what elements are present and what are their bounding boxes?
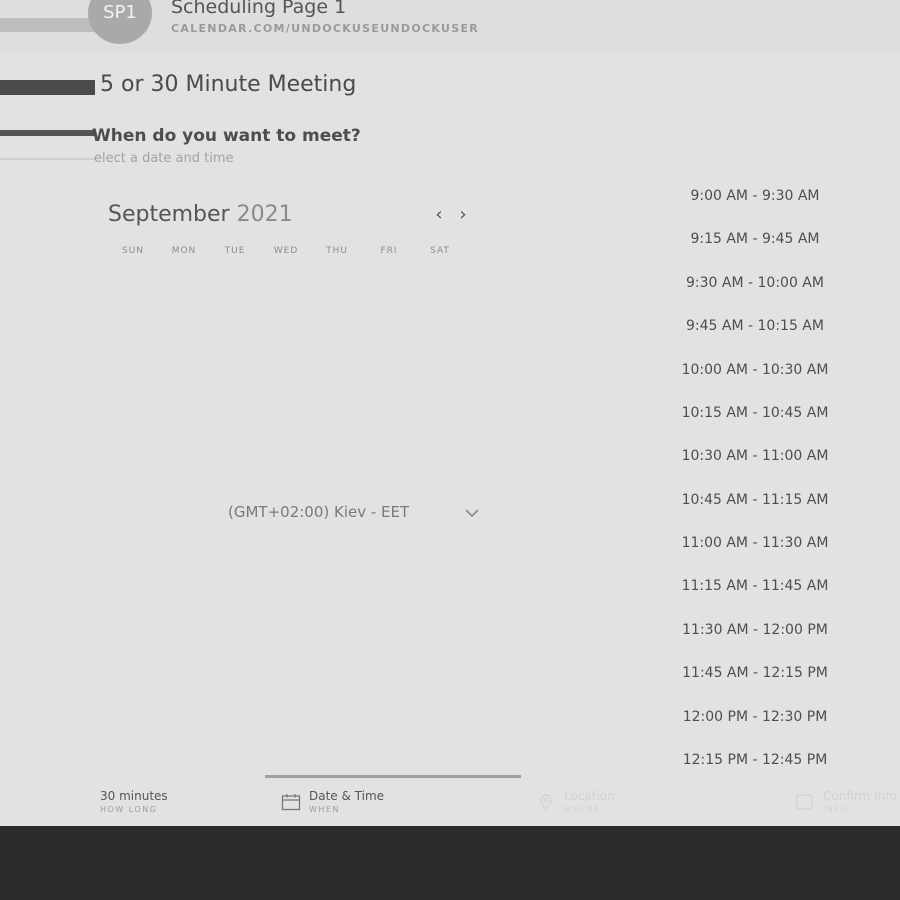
weekday-label: FRI [380,246,398,256]
calendar-icon [281,794,301,811]
event-title: 5 or 30 Minute Meeting [100,72,357,97]
chevron-down-icon[interactable] [464,507,480,519]
page-header: SP1 Scheduling Page 1 CALENDAR.COM/UNDOC… [0,0,900,53]
step-label: Location [564,789,615,803]
step-sublabel: HOW LONG [100,805,158,814]
question-heading: When do you want to meet? [92,126,361,146]
avatar: SP1 [88,0,152,44]
time-slot[interactable]: 9:15 AM - 9:45 AM [660,226,850,252]
time-slot[interactable]: 10:45 AM - 11:15 AM [660,487,850,513]
month-year-label: September 2021 [108,202,293,227]
weekday-header: SUN MON TUE WED THU FRI SAT [108,246,468,260]
step-location[interactable]: Location WHERE [540,789,615,814]
weekday-label: WED [273,246,299,256]
step-label: Confirm Info [823,789,897,803]
weekday-label: SAT [430,246,450,256]
step-duration[interactable]: 30 minutes HOW LONG [100,789,168,814]
time-slot[interactable]: 11:30 AM - 12:00 PM [660,617,850,643]
weekday-label: SUN [121,246,145,256]
time-slot[interactable]: 10:30 AM - 11:00 AM [660,443,850,469]
step-sublabel: WHEN [309,805,340,814]
time-slot[interactable]: 11:15 AM - 11:45 AM [660,573,850,599]
time-slot[interactable]: 9:00 AM - 9:30 AM [660,183,850,209]
decorative-bar [0,158,95,160]
weekday-label: TUE [224,246,246,256]
bottom-dark-area [0,826,900,900]
scheduling-page: SP1 Scheduling Page 1 CALENDAR.COM/UNDOC… [0,0,900,826]
time-slot[interactable]: 12:15 PM - 12:45 PM [660,747,850,773]
location-pin-icon [540,794,552,811]
time-slot[interactable]: 9:30 AM - 10:00 AM [660,270,850,296]
step-sublabel: INFO [823,805,849,814]
time-slot[interactable]: 12:00 PM - 12:30 PM [660,704,850,730]
month-label: September [108,202,230,227]
time-slot[interactable]: 10:00 AM - 10:30 AM [660,357,850,383]
timezone-select[interactable]: (GMT+02:00) Kiev - EET [228,503,409,521]
step-sublabel: WHERE [564,805,602,814]
time-slot[interactable]: 9:45 AM - 10:15 AM [660,313,850,339]
active-step-indicator [265,775,521,778]
step-label: 30 minutes [100,789,168,803]
weekday-label: MON [171,246,197,256]
step-label: Date & Time [309,789,385,803]
chevron-left-icon[interactable]: ‹ [430,204,448,226]
time-slot[interactable]: 10:15 AM - 10:45 AM [660,400,850,426]
page-url[interactable]: CALENDAR.COM/UNDOCKUSEUNDOCKUSER [171,22,479,35]
page-title: Scheduling Page 1 [171,0,347,18]
step-confirm[interactable]: Confirm Info INFO [796,789,897,814]
checkbox-icon [796,794,813,810]
year-label: 2021 [236,202,293,227]
weekday-label: THU [326,246,348,256]
step-date-time[interactable]: Date & Time WHEN [281,789,385,814]
instruction-text: elect a date and time [94,151,234,166]
time-slot[interactable]: 11:00 AM - 11:30 AM [660,530,850,556]
decorative-bar [0,80,95,95]
chevron-right-icon[interactable]: › [454,204,472,226]
time-slot[interactable]: 11:45 AM - 12:15 PM [660,660,850,686]
decorative-bar [0,130,95,136]
